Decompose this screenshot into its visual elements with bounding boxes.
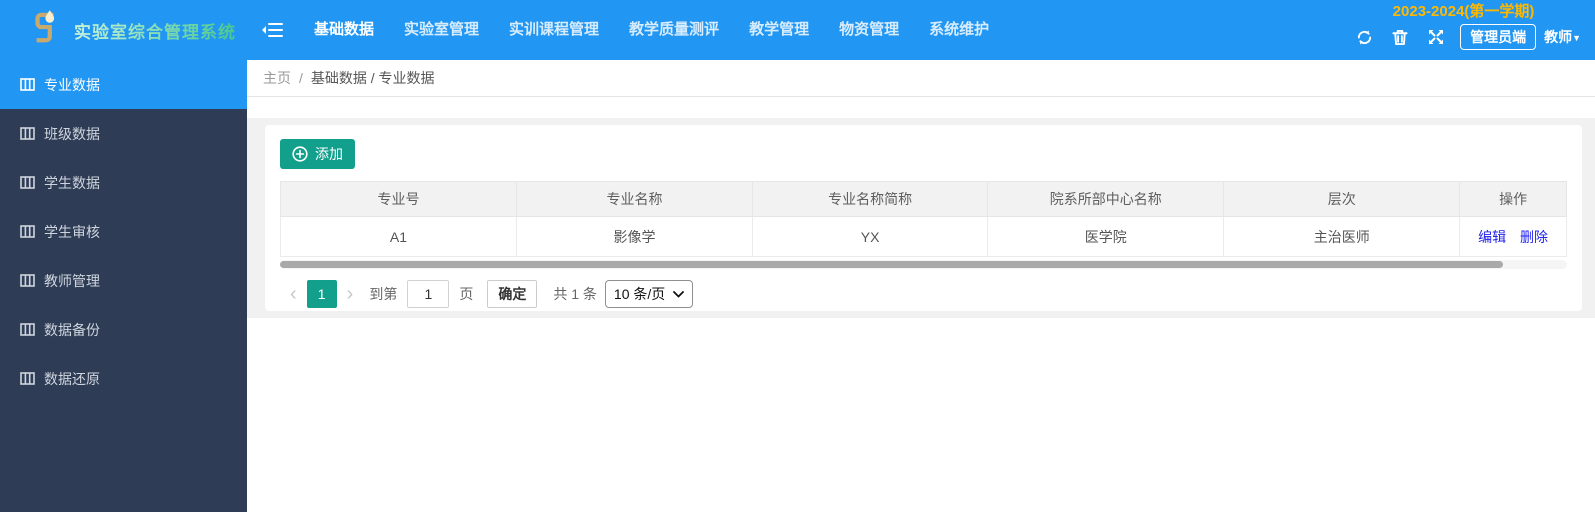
chevron-down-icon (673, 291, 684, 298)
page-number-input[interactable] (407, 280, 449, 308)
page-size-value: 10 条/页 (614, 284, 665, 304)
user-tools: 管理员端 教师▼ (1346, 24, 1581, 50)
cell-major-no: A1 (281, 217, 517, 257)
sidebar-item-label: 专业数据 (44, 75, 100, 95)
content-panel: 添加 专业号 专业名称 专业名称简称 院系所部中心名称 层次 操作 A1 (247, 118, 1595, 318)
sidebar-item-label: 学生数据 (44, 173, 100, 193)
semester-label: 2023-2024(第一学期) (1393, 3, 1535, 21)
add-button[interactable]: 添加 (280, 139, 355, 169)
app-title: 实验室综合管理系统 (74, 18, 236, 43)
sidebar-item-label: 数据还原 (44, 369, 100, 389)
sidebar-item-data-restore[interactable]: 数据还原 (0, 354, 247, 403)
fullscreen-icon[interactable] (1425, 26, 1447, 48)
sidebar-item-label: 教师管理 (44, 271, 100, 291)
goto-label: 到第 (369, 284, 397, 304)
horizontal-scrollbar (280, 260, 1567, 269)
cell-major-name: 影像学 (516, 217, 752, 257)
sidebar-item-data-backup[interactable]: 数据备份 (0, 305, 247, 354)
current-page-button[interactable]: 1 (307, 280, 337, 308)
table-header-row: 专业号 专业名称 专业名称简称 院系所部中心名称 层次 操作 (281, 182, 1567, 217)
cell-actions: 编辑 删除 (1460, 217, 1567, 257)
prev-page-icon[interactable]: ‹ (280, 280, 307, 308)
column-header-actions: 操作 (1460, 182, 1567, 217)
total-count-label: 共 1 条 (553, 284, 597, 304)
sidebar-item-student-data[interactable]: 学生数据 (0, 158, 247, 207)
nav-item-training-course[interactable]: 实训课程管理 (494, 0, 614, 60)
page-unit-label: 页 (459, 284, 473, 304)
majors-table: 专业号 专业名称 专业名称简称 院系所部中心名称 层次 操作 A1 影像学 YX… (280, 181, 1567, 257)
nav-item-quality-eval[interactable]: 教学质量测评 (614, 0, 734, 60)
nav-item-lab-mgmt[interactable]: 实验室管理 (389, 0, 494, 60)
table-columns-icon (20, 127, 35, 140)
breadcrumb-current: 基础数据 / 专业数据 (311, 68, 435, 88)
scrollbar-thumb[interactable] (280, 261, 1503, 268)
edit-link[interactable]: 编辑 (1478, 229, 1506, 245)
trash-icon[interactable] (1389, 26, 1411, 48)
sidebar-collapse-icon[interactable] (259, 17, 285, 43)
sidebar-item-student-review[interactable]: 学生审核 (0, 207, 247, 256)
sidebar-item-label: 数据备份 (44, 320, 100, 340)
sidebar: 专业数据 班级数据 学生数据 学生审核 教师管理 数据备份 数据还原 (0, 60, 247, 512)
main-content: 主页 / 基础数据 / 专业数据 添加 专业号 专业名称 专业名称简称 院系所部… (247, 60, 1595, 521)
nav-item-material-mgmt[interactable]: 物资管理 (824, 0, 914, 60)
add-button-label: 添加 (315, 144, 343, 164)
column-header-department: 院系所部中心名称 (988, 182, 1224, 217)
table-columns-icon (20, 372, 35, 385)
sidebar-item-teacher-mgmt[interactable]: 教师管理 (0, 256, 247, 305)
page-size-select[interactable]: 10 条/页 (605, 280, 693, 308)
admin-console-button[interactable]: 管理员端 (1460, 24, 1536, 50)
chevron-down-icon: ▼ (1572, 33, 1581, 43)
nav-item-basic-data[interactable]: 基础数据 (299, 0, 389, 60)
column-header-level: 层次 (1224, 182, 1460, 217)
pagination: ‹ 1 › 到第 页 确定 共 1 条 10 条/页 (280, 280, 1567, 308)
sidebar-item-label: 学生审核 (44, 222, 100, 242)
refresh-icon[interactable] (1353, 26, 1375, 48)
nav-item-teaching-mgmt[interactable]: 教学管理 (734, 0, 824, 60)
role-dropdown[interactable]: 教师▼ (1544, 27, 1581, 47)
table-row: A1 影像学 YX 医学院 主治医师 编辑 删除 (281, 217, 1567, 257)
table-columns-icon (20, 78, 35, 91)
next-page-icon[interactable]: › (337, 280, 364, 308)
table-columns-icon (20, 176, 35, 189)
column-header-major-no: 专业号 (281, 182, 517, 217)
top-header: 实验室综合管理系统 基础数据 实验室管理 实训课程管理 教学质量测评 教学管理 … (0, 0, 1595, 60)
top-nav: 基础数据 实验室管理 实训课程管理 教学质量测评 教学管理 物资管理 系统维护 (247, 0, 1004, 60)
breadcrumb-home-link[interactable]: 主页 (263, 68, 291, 88)
app-logo-icon (30, 9, 62, 52)
confirm-button[interactable]: 确定 (487, 280, 537, 308)
breadcrumb: 主页 / 基础数据 / 专业数据 (247, 60, 1595, 97)
cell-abbr: YX (752, 217, 987, 257)
column-header-major-name: 专业名称 (516, 182, 752, 217)
data-card: 添加 专业号 专业名称 专业名称简称 院系所部中心名称 层次 操作 A1 (265, 125, 1582, 311)
table-columns-icon (20, 323, 35, 336)
nav-item-system-maint[interactable]: 系统维护 (914, 0, 1004, 60)
sidebar-item-major-data[interactable]: 专业数据 (0, 60, 247, 109)
sidebar-item-class-data[interactable]: 班级数据 (0, 109, 247, 158)
delete-link[interactable]: 删除 (1520, 229, 1548, 245)
breadcrumb-separator: / (299, 70, 303, 86)
cell-level: 主治医师 (1224, 217, 1460, 257)
column-header-abbr: 专业名称简称 (752, 182, 987, 217)
cell-department: 医学院 (988, 217, 1224, 257)
sidebar-item-label: 班级数据 (44, 124, 100, 144)
logo-block: 实验室综合管理系统 (0, 0, 247, 60)
table-columns-icon (20, 274, 35, 287)
plus-circle-icon (292, 146, 308, 162)
table-columns-icon (20, 225, 35, 238)
role-label: 教师 (1544, 29, 1572, 45)
header-right: 2023-2024(第一学期) (1346, 0, 1595, 60)
